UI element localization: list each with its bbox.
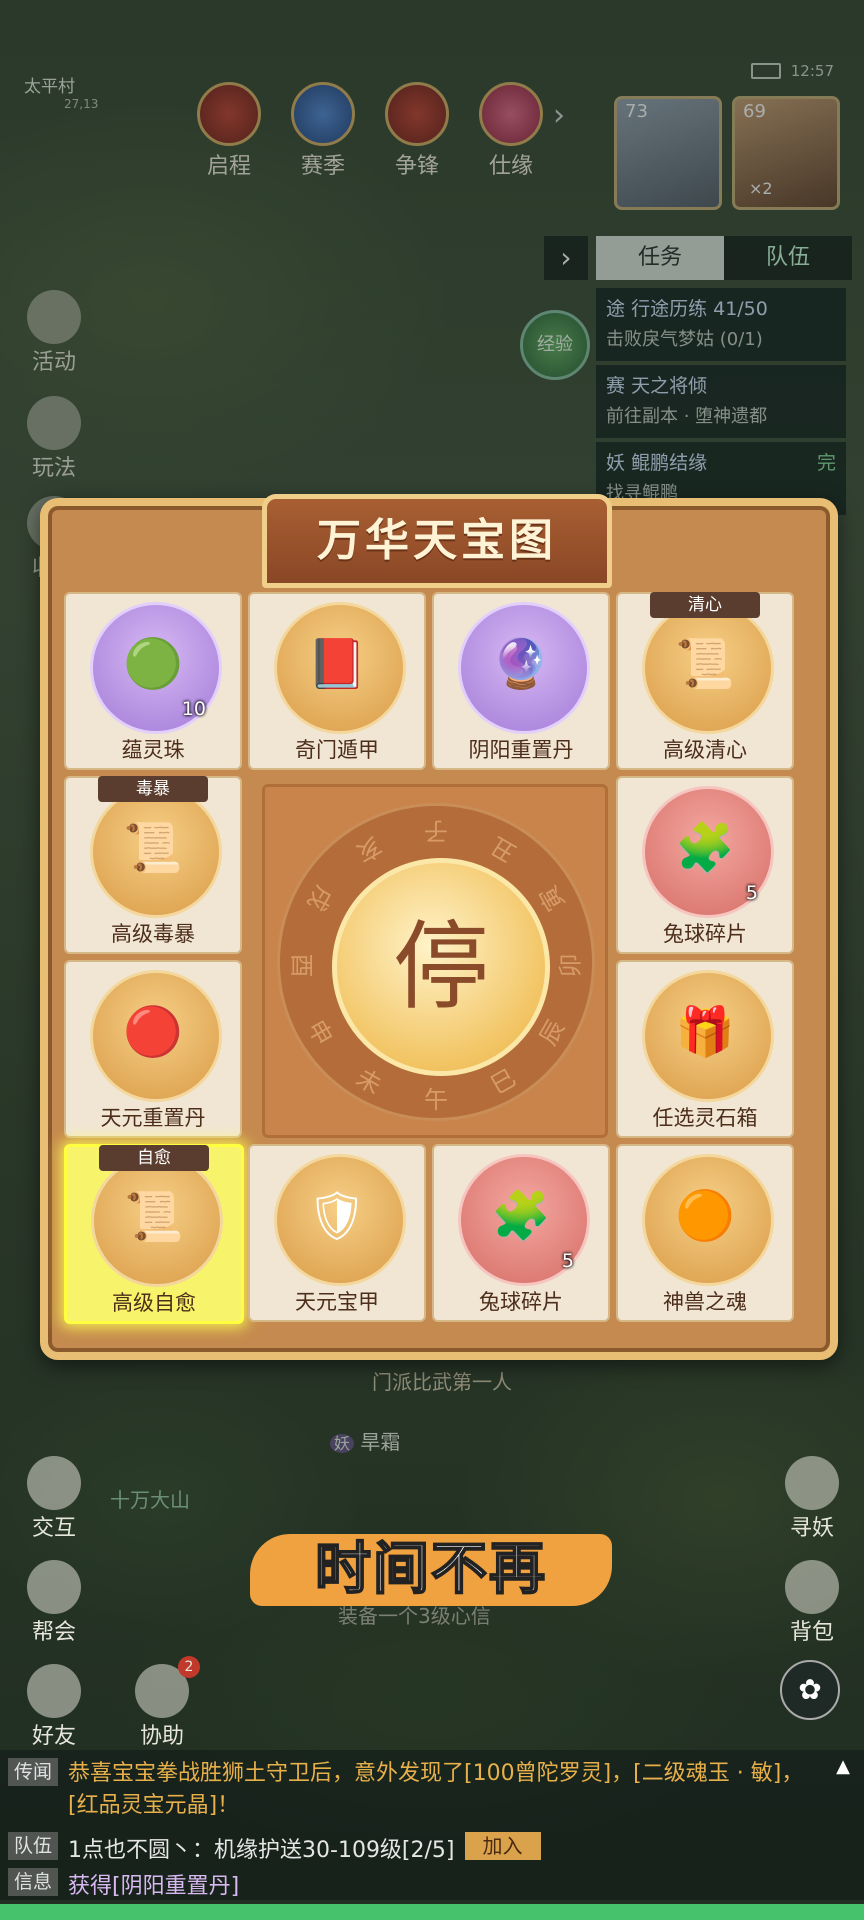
menu-label: 帮会 — [31, 1620, 76, 1645]
scroll-icon: 📜 — [123, 820, 183, 876]
zodiac-char: 戌 — [301, 880, 338, 916]
dialog-title-banner: 万华天宝图 — [262, 494, 612, 588]
item-name: 天元宝甲 — [295, 1290, 379, 1314]
subtitle-text: 时间不再 — [314, 1536, 547, 1603]
guild-icon — [27, 1560, 81, 1614]
prize-cell[interactable]: 🎁 任选灵石箱 — [616, 960, 794, 1138]
video-subtitle: 时间不再 — [250, 1534, 612, 1606]
zodiac-char: 未 — [351, 1063, 387, 1101]
zodiac-char: 亥 — [351, 830, 387, 868]
interact-button[interactable]: 交互 — [22, 1456, 86, 1542]
item-tag: 自愈 — [99, 1145, 209, 1171]
flower-icon[interactable]: ✿ — [780, 1660, 840, 1720]
item-count: 5 — [561, 1250, 574, 1272]
chat-channel: 队伍 — [8, 1832, 59, 1860]
friends-button[interactable]: 好友 — [22, 1664, 86, 1750]
join-button[interactable]: 加入 — [464, 1832, 541, 1860]
menu-label: 协助 — [139, 1724, 184, 1749]
item-name: 奇门遁甲 — [295, 738, 379, 762]
chevron-up-icon[interactable]: ▲ — [836, 1756, 850, 1777]
prize-cell[interactable]: 📜 自愈高级自愈 — [64, 1144, 244, 1324]
item-name: 兔球碎片 — [663, 922, 747, 946]
prize-cell[interactable]: 🔴 天元重置丹 — [64, 960, 242, 1138]
find-yao-button[interactable]: 寻妖 — [780, 1456, 844, 1542]
prize-cell[interactable]: 🔮 阴阳重置丹 — [432, 592, 610, 770]
item-name: 兔球碎片 — [479, 1290, 563, 1314]
book-icon: 📕 — [307, 636, 367, 692]
item-name: 任选灵石箱 — [652, 1106, 758, 1130]
item-name: 高级毒暴 — [111, 922, 195, 946]
chat-channel: 传闻 — [8, 1758, 59, 1786]
prize-cell[interactable]: 🧩 5 兔球碎片 — [616, 776, 794, 954]
chat-line: 队伍 1点也不圆丶：机缘护送30-109级[2/5] 加入 — [8, 1832, 541, 1864]
purple-orb-icon: 🔮 — [491, 636, 551, 692]
dialog-title: 万华天宝图 — [317, 515, 557, 566]
armor-icon: 🛡 — [306, 1188, 368, 1244]
bottom-bar — [0, 1904, 864, 1920]
chat-channel: 信息 — [8, 1868, 59, 1896]
item-count: 10 — [181, 698, 206, 720]
prize-cell[interactable]: 🟢 10 蕴灵珠 — [64, 592, 242, 770]
jade-orb-icon: 🟢 — [123, 636, 183, 692]
bunny-puzzle-icon: 🧩 — [491, 1188, 551, 1244]
chat-line: 传闻 恭喜宝宝拳战胜狮土守卫后，意外发现了[100曾陀罗灵]，[二级魂玉 · 敏]… — [8, 1758, 808, 1822]
bag-button[interactable]: 背包 — [780, 1560, 844, 1646]
zodiac-char: 申 — [301, 1015, 338, 1051]
zodiac-char: 卯 — [556, 953, 585, 978]
chat-text: 获得[阴阳重置丹] — [68, 1874, 240, 1899]
prize-cell[interactable]: 📜 毒暴高级毒暴 — [64, 776, 242, 954]
bunny-puzzle-icon: 🧩 — [675, 820, 735, 876]
chat-text: 恭喜宝宝拳战胜狮土守卫后，意外发现了[100曾陀罗灵]，[二级魂玉 · 敏]，[… — [68, 1761, 804, 1818]
bag-icon — [785, 1560, 839, 1614]
scroll-icon: 📜 — [675, 636, 735, 692]
menu-label: 寻妖 — [789, 1516, 834, 1541]
zodiac-char: 子 — [424, 817, 448, 845]
zodiac-char: 丑 — [485, 830, 521, 868]
item-name: 神兽之魂 — [663, 1290, 747, 1314]
item-tag: 清心 — [650, 592, 760, 618]
item-name: 高级清心 — [663, 738, 747, 762]
prize-cell[interactable]: 🟠 神兽之魂 — [616, 1144, 794, 1322]
yao-icon — [785, 1456, 839, 1510]
interact-icon — [27, 1456, 81, 1510]
item-count: 5 — [745, 882, 758, 904]
friends-icon — [27, 1664, 81, 1718]
prize-cell[interactable]: 📜 清心高级清心 — [616, 592, 794, 770]
gift-box-icon: 🎁 — [675, 1004, 735, 1060]
stop-button[interactable]: 停 — [332, 858, 550, 1076]
menu-label: 好友 — [31, 1724, 76, 1749]
assist-badge: 2 — [178, 1656, 200, 1678]
prize-cell[interactable]: 🛡 天元宝甲 — [248, 1144, 426, 1322]
prize-cell[interactable]: 🧩 5 兔球碎片 — [432, 1144, 610, 1322]
zodiac-char: 午 — [424, 1086, 448, 1114]
assist-button[interactable]: 协助 2 — [130, 1656, 200, 1750]
item-name: 天元重置丹 — [100, 1106, 206, 1130]
red-orb-icon: 🔴 — [123, 1004, 183, 1060]
zodiac-char: 酉 — [287, 953, 316, 978]
item-name: 阴阳重置丹 — [468, 738, 574, 762]
guild-button[interactable]: 帮会 — [22, 1560, 86, 1646]
zodiac-dial: 亥戌酉申未午巳辰卯寅丑子 停 — [277, 803, 595, 1121]
menu-label: 交互 — [31, 1516, 76, 1541]
scroll-icon: 📜 — [124, 1189, 184, 1245]
spin-center: 亥戌酉申未午巳辰卯寅丑子 停 — [262, 784, 608, 1138]
item-name: 高级自愈 — [112, 1291, 196, 1315]
item-tag: 毒暴 — [98, 776, 208, 802]
chat-line: 信息 获得[阴阳重置丹] — [8, 1868, 239, 1900]
item-name: 蕴灵珠 — [121, 738, 185, 762]
chat-panel[interactable]: 传闻 恭喜宝宝拳战胜狮土守卫后，意外发现了[100曾陀罗灵]，[二级魂玉 · 敏]… — [0, 1750, 864, 1900]
prize-cell[interactable]: 📕 奇门遁甲 — [248, 592, 426, 770]
menu-label: 背包 — [789, 1620, 834, 1645]
chat-text: 1点也不圆丶：机缘护送30-109级[2/5] — [68, 1838, 455, 1863]
fire-orb-icon: 🟠 — [675, 1188, 735, 1244]
